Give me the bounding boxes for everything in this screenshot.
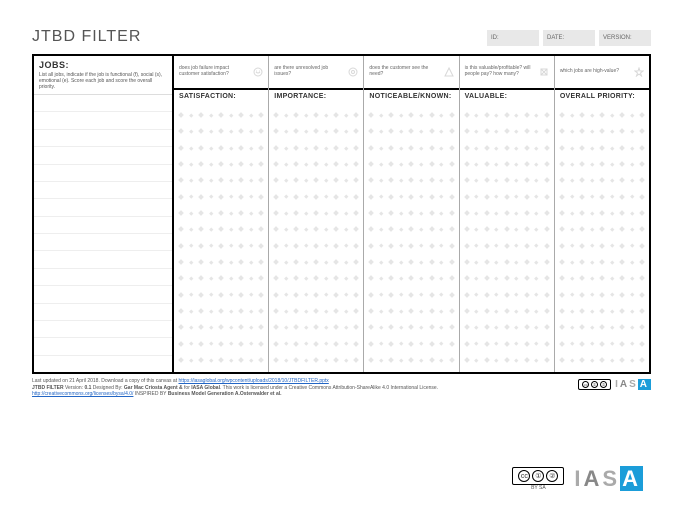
score-grid[interactable]: [269, 103, 363, 372]
jobs-row[interactable]: [34, 130, 172, 147]
jobs-row[interactable]: [34, 165, 172, 182]
jobs-row[interactable]: [34, 269, 172, 286]
date-field[interactable]: DATE:: [543, 30, 595, 46]
version-field[interactable]: VERSION:: [599, 30, 651, 46]
page-title: JTBD FILTER: [32, 28, 141, 46]
column-heading: VALUABLE:: [460, 88, 554, 103]
score-column: is this valuable/profitable? will people…: [460, 56, 555, 372]
column-question: are there unresolved job issues?: [274, 66, 344, 78]
footer-updated: Last updated on 21 April 2018. Download …: [32, 378, 179, 384]
jobs-row[interactable]: [34, 217, 172, 234]
iasa-logo-small: IASA: [615, 378, 651, 391]
jobs-row[interactable]: [34, 147, 172, 164]
id-field[interactable]: ID:: [487, 30, 539, 46]
jobs-row[interactable]: [34, 321, 172, 338]
column-icon: [444, 67, 454, 77]
column-heading: OVERALL PRIORITY:: [555, 88, 649, 103]
score-column: which jobs are high-value? OVERALL PRIORI…: [555, 56, 649, 372]
column-question: is this valuable/profitable? will people…: [465, 66, 535, 78]
download-link[interactable]: https://iasaglobal.org/wpcontent/uploads…: [179, 378, 329, 384]
jobs-row[interactable]: [34, 356, 172, 372]
jobs-row[interactable]: [34, 95, 172, 112]
column-question: does job failure impact customer satisfa…: [179, 66, 249, 78]
column-icon: [634, 67, 644, 77]
score-grid[interactable]: [174, 103, 268, 372]
score-columns: does job failure impact customer satisfa…: [174, 56, 649, 372]
column-heading: SATISFACTION:: [174, 88, 268, 103]
score-column: does the customer see the need? NOTICEABL…: [364, 56, 459, 372]
meta-fields: ID: DATE: VERSION:: [487, 30, 651, 46]
license-link[interactable]: http://creativecommons.org/licenses/bysa…: [32, 391, 133, 397]
footer: Last updated on 21 April 2018. Download …: [32, 378, 651, 398]
column-question: does the customer see the need?: [369, 66, 439, 78]
jobs-row[interactable]: [34, 304, 172, 321]
column-heading: IMPORTANCE:: [269, 88, 363, 103]
score-column: does job failure impact customer satisfa…: [174, 56, 269, 372]
jobs-row[interactable]: [34, 286, 172, 303]
jobs-heading: JOBS:: [39, 60, 167, 70]
score-grid[interactable]: [555, 103, 649, 372]
jobs-rows[interactable]: [34, 95, 172, 372]
footer-name: JTBD FILTER: [32, 385, 64, 391]
jobs-row[interactable]: [34, 199, 172, 216]
jobs-row[interactable]: [34, 338, 172, 355]
jobs-row[interactable]: [34, 182, 172, 199]
jobs-row[interactable]: [34, 234, 172, 251]
cc-badge-large: cc①② BY SA: [512, 467, 564, 491]
column-heading: NOTICEABLE/KNOWN:: [364, 88, 458, 103]
jobs-instruction: List all jobs, indicate if the job is fu…: [39, 72, 167, 90]
jobs-column: JOBS: List all jobs, indicate if the job…: [34, 56, 174, 372]
score-grid[interactable]: [460, 103, 554, 372]
column-icon: [539, 67, 549, 77]
score-column: are there unresolved job issues? IMPORTAN…: [269, 56, 364, 372]
jobs-row[interactable]: [34, 251, 172, 268]
cc-badge-small: cc①②: [578, 379, 611, 390]
footer-text: Last updated on 21 April 2018. Download …: [32, 378, 438, 398]
column-question: which jobs are high-value?: [560, 69, 619, 75]
jtbd-canvas: JOBS: List all jobs, indicate if the job…: [32, 54, 651, 374]
column-icon: [253, 67, 263, 77]
score-grid[interactable]: [364, 103, 458, 372]
jobs-row[interactable]: [34, 112, 172, 129]
iasa-logo-large: IASA: [574, 466, 643, 492]
column-icon: [348, 67, 358, 77]
